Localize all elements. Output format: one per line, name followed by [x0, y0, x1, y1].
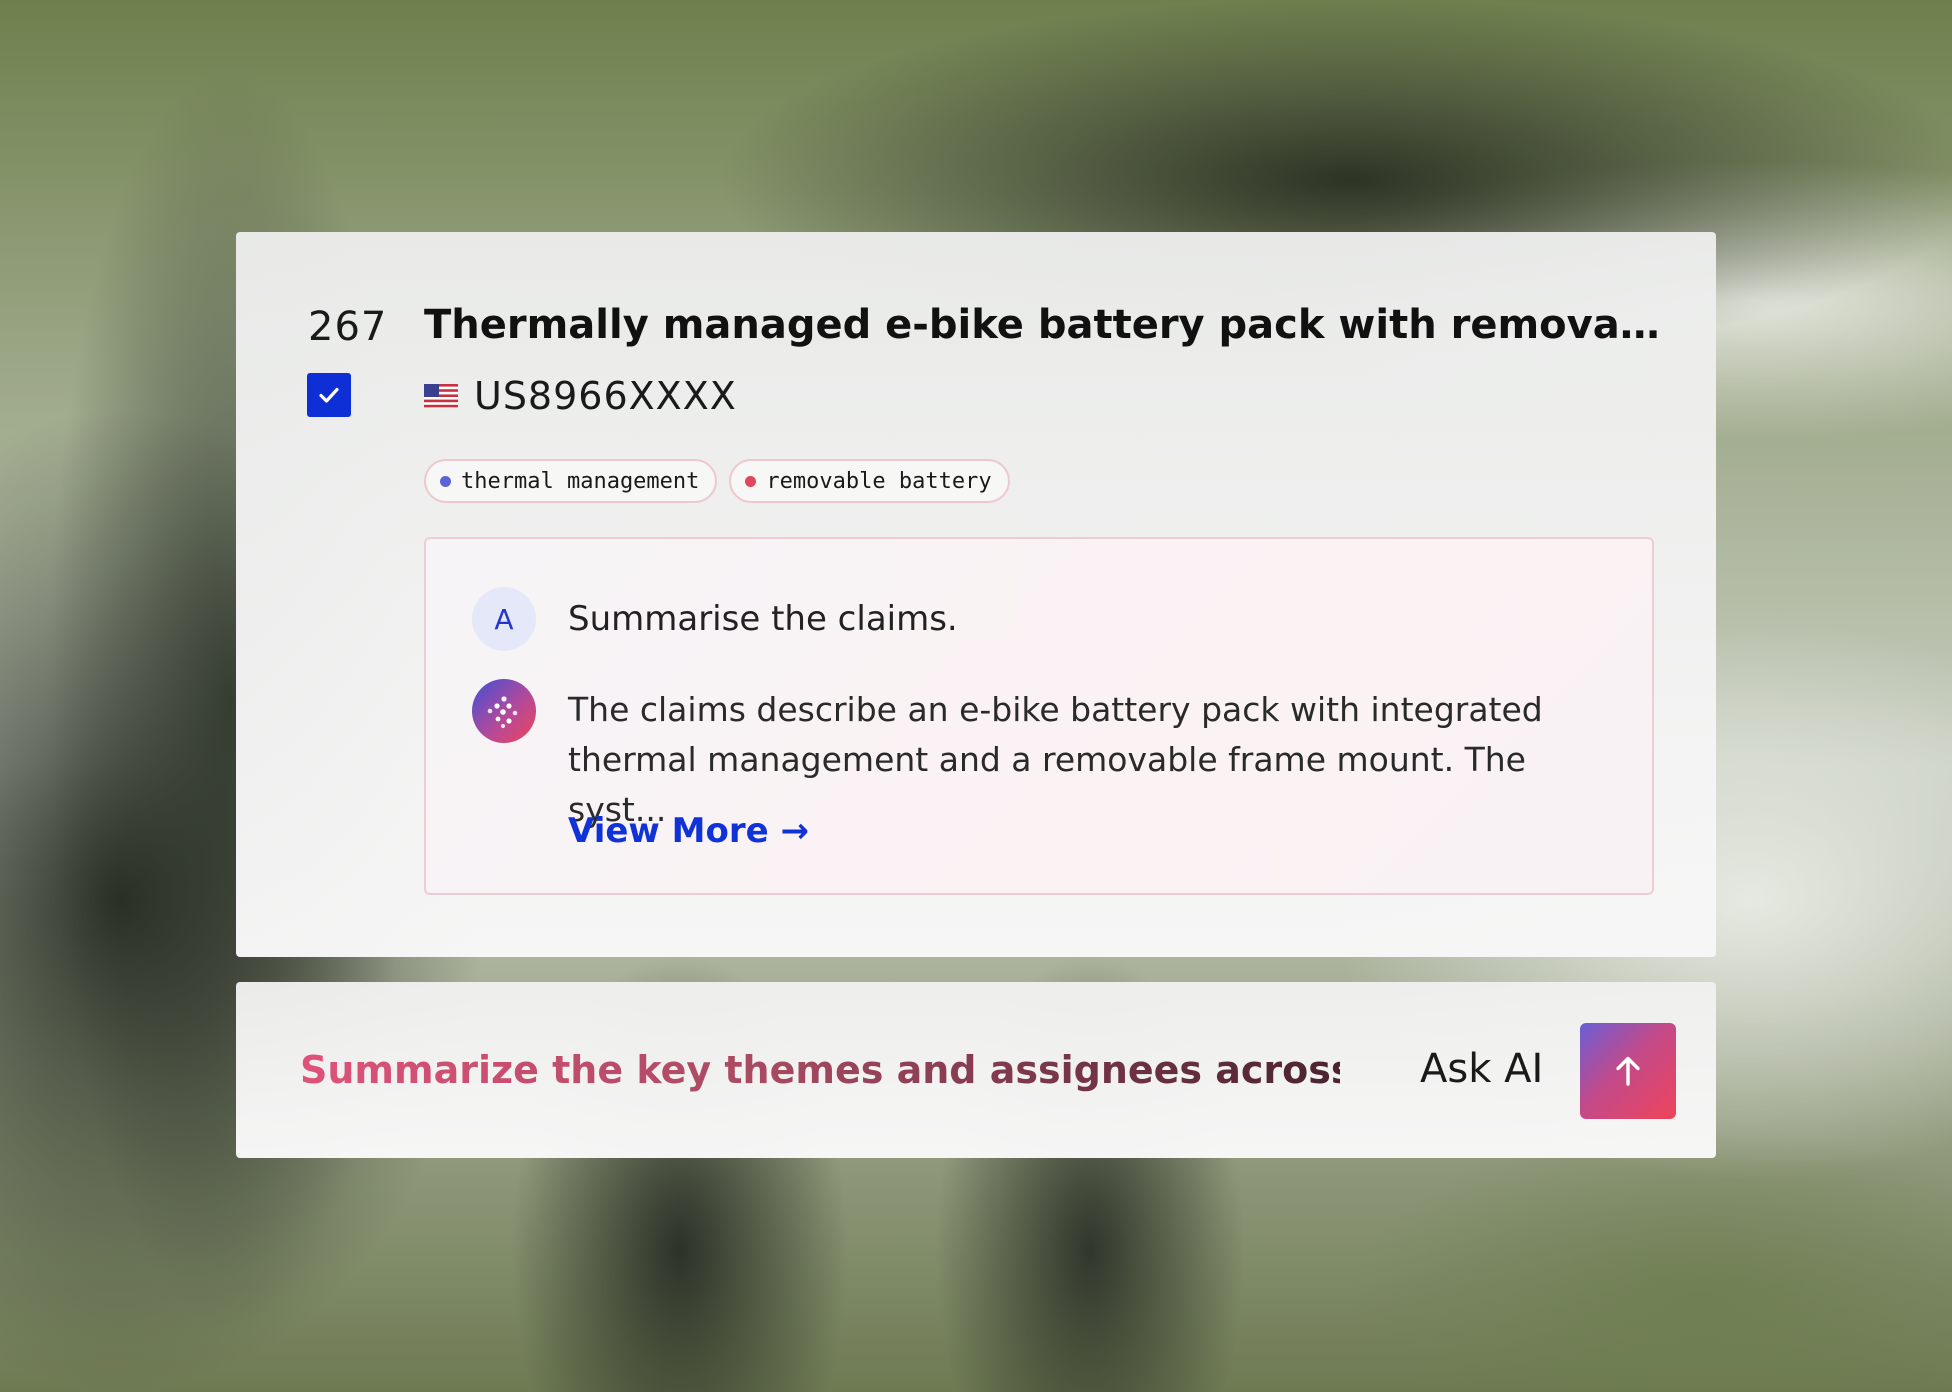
ai-avatar: [472, 679, 536, 743]
result-index: 267: [308, 304, 388, 350]
ai-sparkle-icon: [487, 696, 518, 729]
ai-chat-panel: A Summarise the claims. The claims descr…: [424, 537, 1654, 895]
result-title[interactable]: Thermally managed e-bike battery pack wi…: [424, 302, 1664, 348]
arrow-up-icon: [1616, 1056, 1640, 1086]
publication-row: US8966XXXX: [424, 374, 737, 418]
view-more-link[interactable]: View More →: [568, 811, 809, 851]
tag-dot: [440, 475, 451, 487]
tag-dot: [745, 475, 757, 487]
search-result-card: 267 Thermally managed e-bike battery pac…: [236, 232, 1716, 957]
ask-ai-input[interactable]: Summarize the key themes and assignees a…: [300, 1048, 1529, 1092]
tag-list: thermal management removable battery: [424, 459, 1010, 503]
tag-removable-battery[interactable]: removable battery: [729, 459, 1010, 503]
tag-label: removable battery: [766, 468, 992, 494]
checkmark-icon: [319, 387, 339, 403]
ask-ai-label: Ask AI: [1420, 1046, 1544, 1092]
publication-number[interactable]: US8966XXXX: [474, 374, 737, 418]
ask-ai-bar: Summarize the key themes and assignees a…: [236, 982, 1716, 1158]
us-flag-icon: [424, 384, 458, 408]
tag-label: thermal management: [461, 468, 700, 494]
user-avatar: A: [472, 587, 536, 651]
tag-thermal-management[interactable]: thermal management: [424, 459, 718, 503]
result-select-checkbox[interactable]: [307, 373, 351, 417]
user-prompt: Summarise the claims.: [568, 599, 958, 639]
ask-ai-send-button[interactable]: [1580, 1023, 1676, 1119]
